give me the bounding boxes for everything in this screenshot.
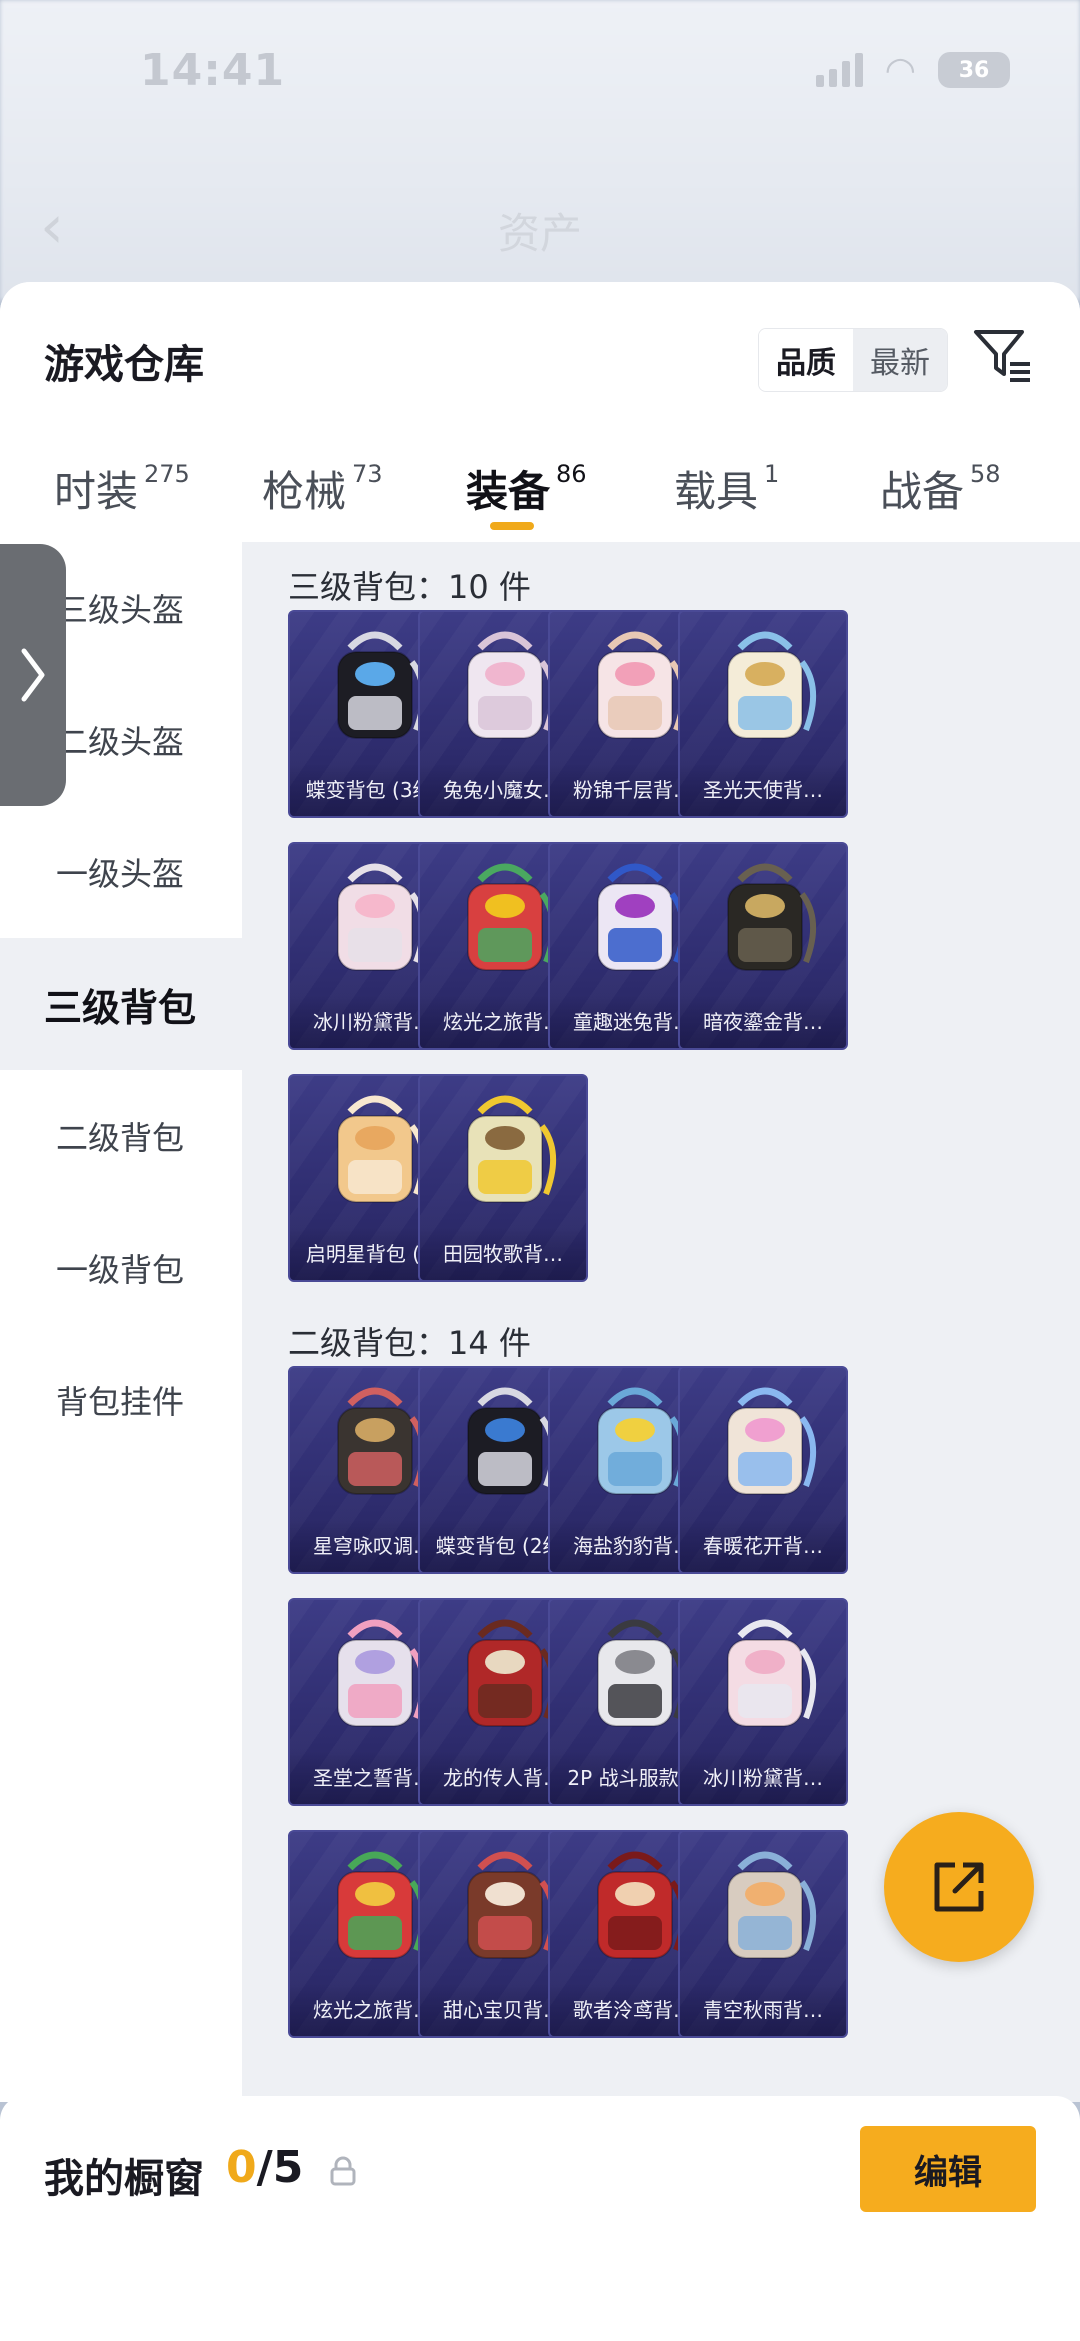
sidebar-item-lv3-backpack[interactable]: 三级背包 [0,938,242,1070]
showcase-bar: 我的橱窗 0/5 编辑 [0,2096,1080,2341]
tab-supplies[interactable]: 战备 58 [880,458,1001,519]
sort-newest-button[interactable]: 最新 [853,329,947,391]
tab-label: 战备 [880,467,965,516]
item-card[interactable]: 圣光天使背… [678,610,848,818]
category-tabs: 时装 275 枪械 73 装备 86 载具 1 战备 58 [0,432,1080,542]
status-bar: 14:41 ◠ 36 [0,0,1080,140]
battery-icon: 36 [938,52,1010,88]
item-card[interactable]: 田园牧歌背… [418,1074,588,1282]
showcase-used: 0 [226,2142,257,2193]
tab-label: 时装 [54,467,139,516]
filter-icon[interactable] [972,324,1034,386]
item-name: 青空秋雨背… [680,1984,846,2036]
backpack-icon [727,1619,817,1727]
tab-count: 58 [970,460,1001,488]
tab-label: 载具 [674,467,759,516]
showcase-label: 我的橱窗 [44,2156,204,2202]
tab-equipment[interactable]: 装备 86 [466,458,587,519]
signal-icon [815,53,863,87]
backpack-icon [727,863,817,971]
item-card[interactable]: 春暖花开背… [678,1366,848,1574]
section-title: 三级背包：10 件 [288,568,531,606]
item-name: 冰川粉黛背… [680,1752,846,1804]
showcase-count: 0/5 [226,2142,303,2193]
sidebar-item-lv1-helmet[interactable]: 一级头盔 [0,806,242,938]
share-button[interactable] [884,1812,1034,1962]
tab-count: 1 [764,460,780,488]
wifi-icon: ◠ [884,49,916,91]
tab-label: 枪械 [262,467,347,516]
backpack-icon [727,631,817,739]
backpack-icon [467,1095,557,1203]
sidebar-handle[interactable] [0,544,66,806]
edit-button[interactable]: 编辑 [860,2126,1036,2212]
tab-count: 73 [352,460,383,488]
tab-guns[interactable]: 枪械 73 [262,458,383,519]
nav-title: 资产 [497,209,582,258]
showcase-total: /5 [256,2142,304,2193]
sidebar-item-lv2-backpack[interactable]: 二级背包 [0,1070,242,1202]
item-name: 圣光天使背… [680,764,846,816]
sort-toggle: 品质 最新 [758,328,948,392]
item-card[interactable]: 冰川粉黛背… [678,1598,848,1806]
tab-vehicles[interactable]: 载具 1 [674,458,779,519]
card-header: 游戏仓库 品质 最新 [0,282,1080,432]
section-title: 二级背包：14 件 [288,1324,531,1362]
chevron-right-icon [21,648,45,702]
status-time: 14:41 [140,44,286,96]
sidebar-item-backpack-charm[interactable]: 背包挂件 [0,1334,242,1466]
tab-label: 装备 [466,467,551,516]
tab-count: 275 [144,460,190,488]
item-name: 暗夜鎏金背… [680,996,846,1048]
share-icon [934,1862,984,1912]
active-tab-indicator [490,522,534,530]
item-name: 田园牧歌背… [420,1228,586,1280]
page-title: 游戏仓库 [44,342,204,388]
backpack-icon [727,1387,817,1495]
sidebar-item-lv1-backpack[interactable]: 一级背包 [0,1202,242,1334]
tab-count: 86 [556,460,587,488]
item-name: 春暖花开背… [680,1520,846,1572]
sort-quality-button[interactable]: 品质 [759,329,853,391]
item-card[interactable]: 青空秋雨背… [678,1830,848,2038]
status-icons: ◠ 36 [815,49,1010,91]
nav-bar: ‹ 资产 [0,170,1080,280]
lock-icon [330,2156,356,2186]
tab-fashion[interactable]: 时装 275 [54,458,190,519]
item-card[interactable]: 暗夜鎏金背… [678,842,848,1050]
backpack-icon [727,1851,817,1959]
